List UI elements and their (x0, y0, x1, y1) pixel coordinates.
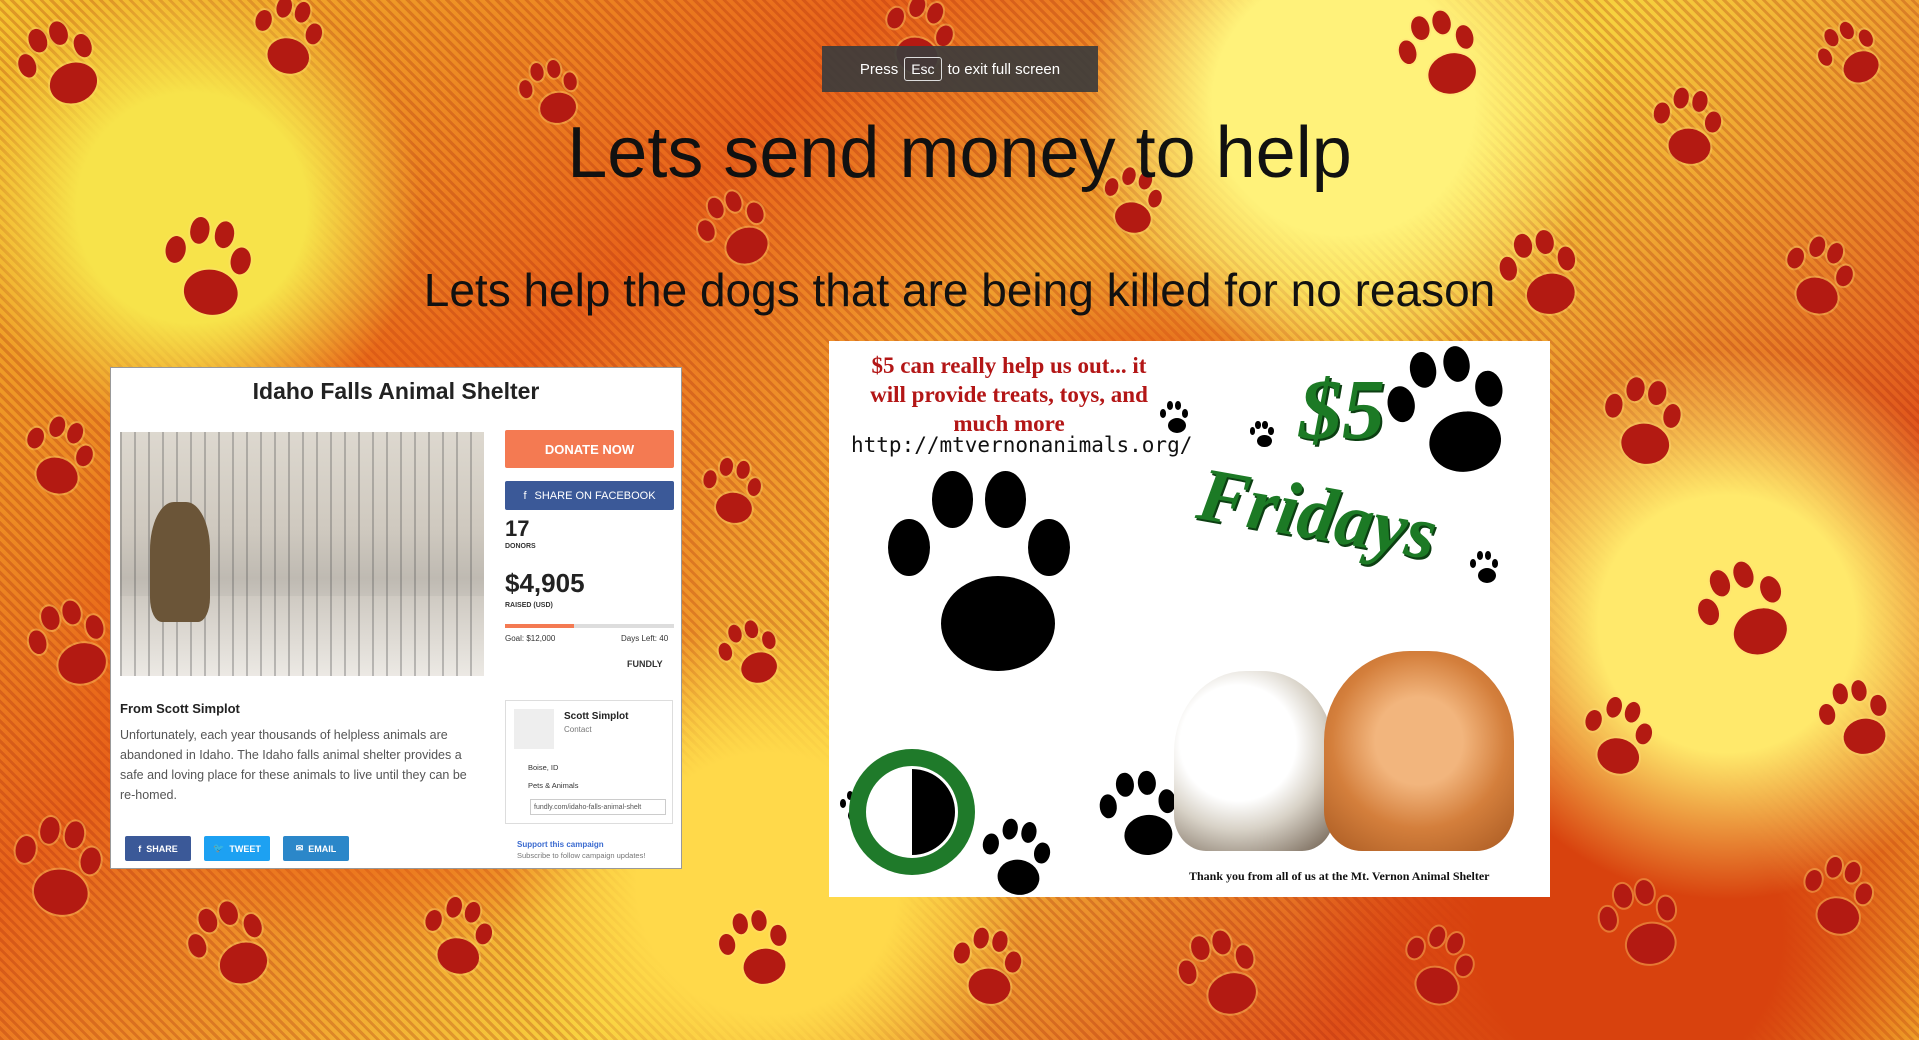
flyer-headline: $5 can really help us out... it will pro… (870, 353, 1148, 436)
location-text: Boise, ID (528, 763, 559, 772)
donors-label: DONORS (505, 543, 536, 550)
donate-now-button[interactable]: DONATE NOW (505, 430, 674, 468)
page-title: Lets send money to help (567, 113, 1352, 193)
share-button[interactable]: f SHARE (125, 836, 191, 861)
paw-print-icon (411, 891, 514, 994)
tweet-button[interactable]: 🐦 TWEET (204, 836, 270, 861)
paw-print-icon (712, 612, 800, 700)
paw-print-icon (694, 454, 777, 537)
facebook-icon: f (138, 843, 142, 854)
paw-print-icon (176, 886, 299, 1009)
support-subtext: Subscribe to follow campaign updates! (517, 851, 646, 860)
flyer-thanks: Thank you from all of us at the Mt. Vern… (1189, 869, 1490, 883)
five-dollar-fridays-flyer: $5 can really help us out... it will pro… (829, 341, 1550, 897)
donors-count: 17 (505, 516, 530, 541)
cat-and-dog-photo (1174, 641, 1524, 851)
paw-print-icon (1571, 691, 1674, 794)
organizer-box: Scott Simplot Contact Boise, ID Pets & A… (505, 700, 673, 824)
shelter-seal-logo (849, 749, 975, 875)
share-facebook-button[interactable]: f SHARE ON FACEBOOK (505, 481, 674, 510)
fullscreen-exit-banner: Press Esc to exit full screen (822, 46, 1098, 92)
share-facebook-label: SHARE ON FACEBOOK (534, 489, 656, 502)
paw-print-icon (1169, 919, 1287, 1037)
paw-print-icon (713, 903, 810, 1000)
paw-print-icon (241, 0, 344, 93)
paw-print-icon (1592, 872, 1703, 983)
paw-print-icon (1389, 0, 1507, 117)
shelter-photo (120, 432, 484, 676)
raised-amount: $4,905 (505, 568, 585, 598)
share-button-label: SHARE (146, 843, 178, 854)
campaign-description: Unfortunately, each year thousands of he… (120, 728, 467, 802)
mail-icon: ✉ (295, 843, 304, 853)
campaign-url-field[interactable]: fundly.com/idaho-falls-animal-shelt (530, 799, 666, 815)
avatar (514, 709, 554, 749)
paw-print-icon (1813, 673, 1910, 770)
paw-print-icon (1378, 341, 1545, 501)
paw-print-icon (1, 811, 126, 936)
funding-progress-bar (505, 624, 674, 628)
esc-key: Esc (904, 57, 942, 81)
paw-print-icon (1469, 551, 1505, 587)
paw-print-icon (1685, 545, 1823, 683)
tweet-button-label: TWEET (229, 843, 261, 854)
paw-print-icon (1249, 421, 1279, 451)
from-heading: From Scott Simplot (120, 701, 240, 716)
paw-print-icon (1388, 918, 1496, 1026)
paw-print-icon (972, 814, 1069, 897)
paw-print-icon (1159, 401, 1195, 437)
banner-rest-text: to exit full screen (947, 60, 1061, 78)
goal-text: Goal: $12,000 (505, 634, 556, 643)
paw-print-icon (943, 923, 1040, 1020)
fundly-logo: FUNDLY (627, 659, 663, 669)
support-campaign-link[interactable]: Support this campaign (517, 840, 604, 849)
email-button[interactable]: ✉ EMAIL (283, 836, 349, 861)
raised-label: RAISED (USD) (505, 602, 553, 609)
page-subtitle: Lets help the dogs that are being killed… (423, 264, 1496, 316)
flyer-url: http://mtvernonanimals.org/ (851, 433, 1193, 457)
twitter-icon: 🐦 (213, 843, 225, 853)
category-text: Pets & Animals (528, 781, 579, 790)
flyer-big-amount: $5 (1299, 361, 1385, 457)
paw-print-icon (1808, 8, 1904, 104)
days-left-text: Days Left: 40 (621, 634, 669, 643)
facebook-icon: f (523, 489, 527, 502)
paw-print-icon (8, 408, 116, 516)
contact-link[interactable]: Contact (564, 725, 592, 734)
organizer-name: Scott Simplot (564, 711, 629, 722)
paw-print-icon (1791, 851, 1894, 954)
email-button-label: EMAIL (308, 843, 337, 854)
campaign-title: Idaho Falls Animal Shelter (252, 378, 540, 404)
paw-print-icon (884, 471, 1112, 699)
banner-press-text: Press (859, 60, 899, 78)
shelter-campaign-card: Idaho Falls Animal Shelter DONATE NOW f … (110, 367, 682, 869)
paw-print-icon (1592, 372, 1703, 483)
